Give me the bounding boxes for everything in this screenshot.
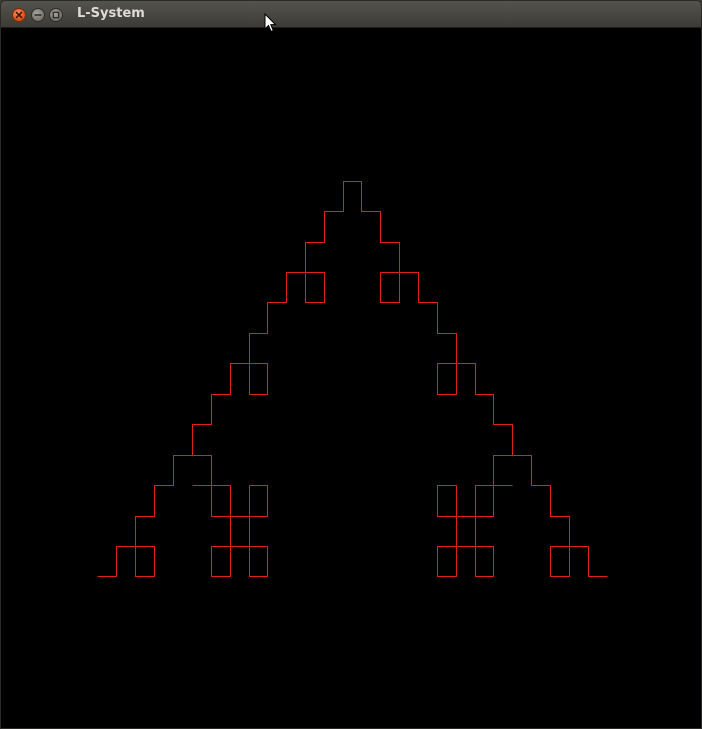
- title-bar[interactable]: L-System: [1, 1, 701, 28]
- app-window: L-System: [0, 0, 702, 729]
- window-title: L-System: [77, 6, 145, 21]
- minimize-icon: [34, 14, 42, 16]
- maximize-button[interactable]: [49, 8, 63, 22]
- maximize-icon: [52, 11, 60, 19]
- close-button[interactable]: [12, 8, 26, 22]
- drawing-canvas[interactable]: [2, 28, 701, 728]
- close-icon: [15, 11, 23, 19]
- mouse-cursor-icon: [264, 13, 277, 33]
- fractal-drawing: [97, 181, 608, 577]
- fractal-path: [97, 181, 608, 577]
- minimize-button[interactable]: [31, 8, 45, 22]
